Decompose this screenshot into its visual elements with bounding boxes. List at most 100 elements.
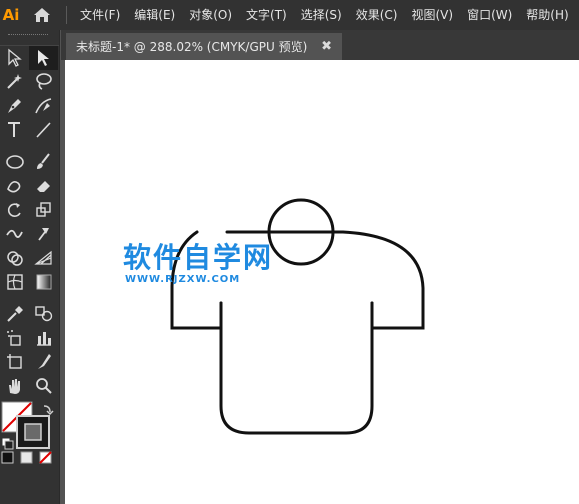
menu-item[interactable]: 效果(C) xyxy=(349,0,405,30)
blend-tool[interactable] xyxy=(29,302,58,326)
direct-selection-icon xyxy=(37,50,49,66)
mesh-icon xyxy=(6,274,23,290)
pen-tool[interactable] xyxy=(0,94,29,118)
tool-row xyxy=(0,150,59,174)
gradient-tool[interactable] xyxy=(29,270,58,294)
artboard-icon xyxy=(6,354,22,369)
scale-icon xyxy=(35,202,51,217)
tools-panel xyxy=(0,30,60,504)
artboard-canvas[interactable]: 软件自学网 WWW.RJZXW.COM xyxy=(65,60,579,504)
ellipse-icon xyxy=(5,155,24,169)
fill-stroke-swatches[interactable] xyxy=(0,398,60,466)
color-controls xyxy=(0,398,59,466)
blend-icon xyxy=(34,306,52,322)
eraser-icon xyxy=(36,181,50,192)
tool-row xyxy=(0,118,59,142)
shape-builder-icon xyxy=(6,251,23,266)
watermark: 软件自学网 WWW.RJZXW.COM xyxy=(123,241,274,286)
document-tab-title: 未标题-1* @ 288.02% (CMYK/GPU 预览) xyxy=(76,40,308,54)
shaper-tool[interactable] xyxy=(0,174,29,198)
ellipse-tool[interactable] xyxy=(0,150,29,174)
menu-item[interactable]: 选择(S) xyxy=(294,0,349,30)
column-graph-tool[interactable] xyxy=(29,326,58,350)
app-logo: Ai xyxy=(2,6,20,24)
mesh-tool[interactable] xyxy=(0,270,29,294)
eyedropper-tool[interactable] xyxy=(0,302,29,326)
zoom-icon xyxy=(35,378,52,394)
hand-icon xyxy=(8,379,20,394)
tool-row xyxy=(0,70,59,94)
eraser-tool[interactable] xyxy=(29,174,58,198)
pen-icon xyxy=(7,99,21,113)
eyedropper-icon xyxy=(6,306,23,322)
tool-row xyxy=(0,94,59,118)
column-graph-icon xyxy=(36,332,51,346)
tool-row xyxy=(0,326,59,350)
panel-grip[interactable] xyxy=(0,34,59,46)
menu-item[interactable]: 文件(F) xyxy=(73,0,127,30)
puppet-warp-icon xyxy=(37,228,49,241)
slice-icon xyxy=(37,354,51,369)
rotate-icon xyxy=(7,203,21,217)
tool-row xyxy=(0,174,59,198)
symbol-sprayer-tool[interactable] xyxy=(0,326,29,350)
menu-item[interactable]: 视图(V) xyxy=(404,0,460,30)
rotate-tool[interactable] xyxy=(0,198,29,222)
lasso-tool[interactable] xyxy=(29,70,58,94)
tool-row xyxy=(0,198,59,222)
menu-item[interactable]: 文字(T) xyxy=(239,0,294,30)
tool-row xyxy=(0,270,59,294)
curvature-icon xyxy=(34,98,51,114)
zoom-tool[interactable] xyxy=(29,374,58,398)
lasso-icon xyxy=(35,73,52,90)
document-tab-bar: 未标题-1* @ 288.02% (CMYK/GPU 预览) ✖ xyxy=(61,30,579,60)
tool-row xyxy=(0,302,59,326)
paintbrush-tool[interactable] xyxy=(29,150,58,174)
artboard-tool[interactable] xyxy=(0,350,29,374)
scale-tool[interactable] xyxy=(29,198,58,222)
shape-builder-tool[interactable] xyxy=(0,246,29,270)
perspective-grid-tool[interactable] xyxy=(29,246,58,270)
close-icon[interactable]: ✖ xyxy=(321,39,332,54)
width-icon xyxy=(5,229,23,238)
type-tool[interactable] xyxy=(0,118,29,142)
puppet-warp-tool[interactable] xyxy=(29,222,58,246)
direct-selection-tool[interactable] xyxy=(29,46,58,70)
menu-item[interactable]: 编辑(E) xyxy=(127,0,182,30)
line-segment-tool[interactable] xyxy=(29,118,58,142)
type-icon xyxy=(7,122,20,137)
shaper-icon xyxy=(6,181,20,193)
selection-icon xyxy=(7,48,22,67)
document-tab[interactable]: 未标题-1* @ 288.02% (CMYK/GPU 预览) ✖ xyxy=(66,33,342,60)
tool-divider xyxy=(0,142,59,150)
width-tool[interactable] xyxy=(0,222,29,246)
tool-row xyxy=(0,46,59,70)
illustrator-window: Ai 文件(F) 编辑(E) 对象(O) 文字(T) 选择(S) 效果(C) 视图(V) 窗口… xyxy=(0,0,579,504)
paintbrush-icon xyxy=(36,153,50,169)
menu-item[interactable]: 帮助(H) xyxy=(519,0,575,30)
tool-row xyxy=(0,374,59,398)
selection-tool[interactable] xyxy=(0,46,29,70)
menu-item[interactable]: 窗口(W) xyxy=(460,0,519,30)
tool-row xyxy=(0,246,59,270)
magic-wand-icon xyxy=(6,74,22,89)
watermark-title: 软件自学网 xyxy=(123,241,274,274)
tool-row xyxy=(0,222,59,246)
symbol-sprayer-icon xyxy=(6,330,21,346)
curvature-tool[interactable] xyxy=(29,94,58,118)
tool-divider xyxy=(0,294,59,302)
menu-bar: Ai 文件(F) 编辑(E) 对象(O) 文字(T) 选择(S) 效果(C) 视图(V) 窗口… xyxy=(0,0,579,30)
home-icon xyxy=(34,8,50,22)
gradient-icon xyxy=(36,274,51,290)
slice-tool[interactable] xyxy=(29,350,58,374)
menu-item[interactable]: 对象(O) xyxy=(182,0,239,30)
home-button[interactable] xyxy=(22,0,62,30)
menu-items: 文件(F) 编辑(E) 对象(O) 文字(T) 选择(S) 效果(C) 视图(V) 窗口(W)… xyxy=(73,0,576,30)
perspective-grid-icon xyxy=(33,250,52,265)
tool-row xyxy=(0,350,59,374)
menu-separator xyxy=(66,6,67,24)
line-segment-icon xyxy=(35,122,51,138)
hand-tool[interactable] xyxy=(0,374,29,398)
watermark-url: WWW.RJZXW.COM xyxy=(125,274,241,285)
magic-wand-tool[interactable] xyxy=(0,70,29,94)
